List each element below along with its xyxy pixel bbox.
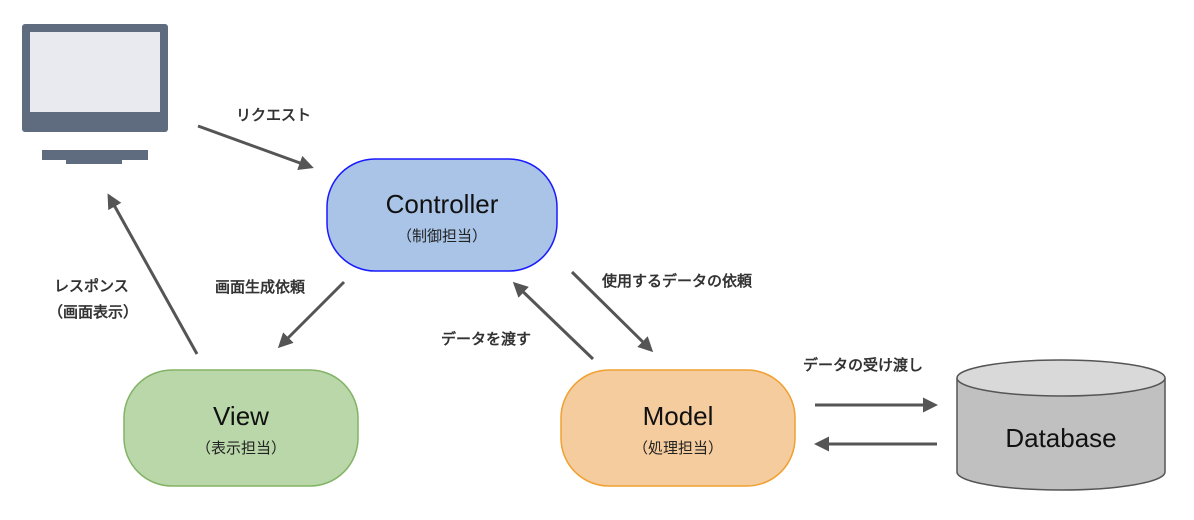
controller-subtitle: （制御担当） (397, 227, 487, 245)
view-subtitle: （表示担当） (196, 439, 286, 457)
response-label-line2: （画面表示） (48, 303, 138, 321)
db-exchange-label: データの受け渡し (803, 356, 923, 374)
request-arrow (197, 124, 314, 170)
database-title: Database (1005, 423, 1116, 453)
view-title: View (213, 401, 269, 431)
response-arrow (107, 193, 199, 355)
data-request-label: 使用するデータの依頼 (601, 272, 753, 290)
request-label: リクエスト (236, 106, 311, 124)
response-label-line1: レスポンス (54, 277, 129, 295)
render-request-label: 画面生成依頼 (215, 278, 306, 296)
database-cylinder-icon: Database (956, 359, 1166, 491)
view-node: View （表示担当） (123, 369, 359, 487)
computer-monitor-icon (22, 24, 168, 164)
model-title: Model (643, 401, 714, 431)
controller-node: Controller （制御担当） (326, 158, 558, 272)
controller-title: Controller (386, 189, 499, 219)
mvc-diagram: Controller （制御担当） View （表示担当） Model （処理担… (22, 24, 1166, 491)
pass-data-label: データを渡す (441, 330, 531, 348)
model-node: Model （処理担当） (560, 369, 796, 487)
model-subtitle: （処理担当） (633, 439, 723, 457)
